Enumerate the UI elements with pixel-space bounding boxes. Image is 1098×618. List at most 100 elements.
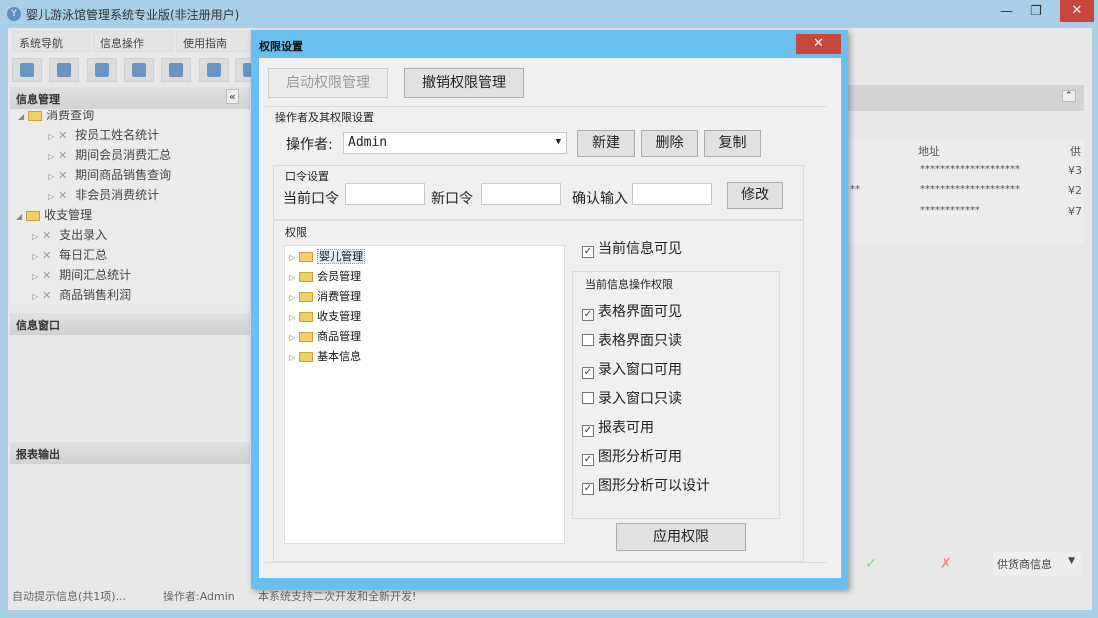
tools-icon: ✕ <box>58 189 68 202</box>
perm-tree-item[interactable]: ▷ 会员管理 <box>289 268 361 284</box>
ops-checkbox[interactable]: ✓ 图形分析可用 <box>582 446 682 466</box>
toolbar-search-button[interactable] <box>12 58 42 82</box>
ops-section-label: 当前信息操作权限 <box>585 278 673 291</box>
grid-cell: ******************** <box>920 164 1020 175</box>
report-panel-header: 报表输出 <box>10 442 250 464</box>
tools-icon: ✕ <box>42 229 52 242</box>
list-icon <box>57 63 71 77</box>
grid-cell: ************ <box>920 205 980 216</box>
checkbox-checked-icon: ✓ <box>582 454 594 466</box>
operator-label: 操作者: <box>286 137 333 153</box>
checkbox-checked-icon: ✓ <box>582 309 594 321</box>
operator-select[interactable]: Admin ▼ <box>343 132 567 154</box>
perm-tree-item[interactable]: ▷ 婴儿管理 <box>289 248 366 264</box>
toolbar-monitor-button[interactable] <box>161 58 191 82</box>
tab-system-nav[interactable]: 系统导航 <box>12 31 90 52</box>
info-tree: ◢ 消费查询 ▷ ✕ 按员工姓名统计 ▷ ✕ 期间会员消费汇总 ▷ ✕ 期间商品销售查询 ▷ ✕… <box>10 110 250 305</box>
perm-tree-item[interactable]: ▷ 收支管理 <box>289 308 361 324</box>
app-logo-icon: Y <box>7 7 21 21</box>
toolbar-document-button[interactable] <box>87 58 117 82</box>
tree-item[interactable]: ▷ ✕ 期间商品销售查询 <box>48 166 171 183</box>
ops-checkbox[interactable]: 录入窗口只读 <box>582 388 682 408</box>
visible-checkbox[interactable]: ✓ 当前信息可见 <box>582 238 682 258</box>
tools-icon: ✕ <box>42 269 52 282</box>
dialog-title: 权限设置 <box>259 40 303 53</box>
folder-icon <box>299 292 314 302</box>
ops-checkbox[interactable]: ✓ 报表可用 <box>582 417 654 437</box>
folder-icon <box>299 252 314 262</box>
apply-permission-button[interactable]: 应用权限 <box>616 523 746 551</box>
modify-button[interactable]: 修改 <box>727 182 783 209</box>
confirm-password-input[interactable] <box>632 183 712 205</box>
grid-cell: ** <box>850 184 860 195</box>
tree-item[interactable]: ▷ ✕ 商品销售利润 <box>32 286 131 303</box>
column-header[interactable]: 供 <box>1070 143 1081 159</box>
tree-item[interactable]: ▷ ✕ 支出录入 <box>32 226 107 243</box>
current-password-input[interactable] <box>345 183 425 205</box>
checkbox-empty-icon <box>582 334 594 346</box>
copy-button[interactable]: 复制 <box>704 130 761 157</box>
tab-info-ops[interactable]: 信息操作 <box>93 31 173 52</box>
confirm-button[interactable]: ✓ <box>865 556 877 572</box>
ops-checkbox[interactable]: ✓ 图形分析可以设计 <box>582 475 710 495</box>
ops-checkbox[interactable]: ✓ 录入窗口可用 <box>582 359 682 379</box>
folder-icon <box>299 332 314 342</box>
toolbar-user-button[interactable] <box>124 58 154 82</box>
column-header[interactable]: 地址 <box>918 143 940 159</box>
folder-icon <box>299 312 314 322</box>
dialog-close-button[interactable]: ✕ <box>796 34 841 54</box>
tree-item[interactable]: ▷ ✕ 按员工姓名统计 <box>48 126 159 143</box>
tools-icon: ✕ <box>42 289 52 302</box>
folder-icon <box>299 352 314 362</box>
tree-group[interactable]: ◢ 收支管理 <box>16 206 92 223</box>
revoke-permission-button[interactable]: 撤销权限管理 <box>404 68 524 98</box>
collapse-up-icon[interactable]: ⌃ <box>1062 90 1076 102</box>
chevron-down-icon: ▼ <box>555 137 561 147</box>
app-title: 婴儿游泳馆管理系统专业版(非注册用户) <box>26 8 240 22</box>
dialog-body: 启动权限管理 撤销权限管理 操作者及其权限设置 操作者: Admin ▼ 新建 删… <box>259 58 841 578</box>
folder-icon <box>299 272 314 282</box>
grid-cell: ¥2 <box>1068 184 1082 197</box>
tab-guide[interactable]: 使用指南 <box>176 31 252 52</box>
tree-item[interactable]: ▷ ✕ 非会员消费统计 <box>48 186 159 203</box>
status-note: 本系统支持二次开发和全新开发! <box>258 590 417 603</box>
toolbar-list-button[interactable] <box>49 58 79 82</box>
operator-section-label: 操作者及其权限设置 <box>275 111 374 124</box>
tools-icon: ✕ <box>42 249 52 262</box>
collapse-icon[interactable]: « <box>226 89 239 104</box>
document-icon <box>95 63 109 77</box>
perm-tree-item[interactable]: ▷ 商品管理 <box>289 328 361 344</box>
toolbar-add-button[interactable] <box>199 58 229 82</box>
checkbox-checked-icon: ✓ <box>582 246 594 258</box>
ops-checkbox[interactable]: 表格界面只读 <box>582 330 682 350</box>
confirm-password-label: 确认输入 <box>572 191 628 207</box>
ops-checkbox[interactable]: ✓ 表格界面可见 <box>582 301 682 321</box>
new-password-input[interactable] <box>481 183 561 205</box>
current-password-label: 当前口令 <box>283 191 339 207</box>
tree-item[interactable]: ▷ ✕ 每日汇总 <box>32 246 107 263</box>
supplier-select[interactable]: 供货商信息 ▼ <box>993 552 1081 576</box>
search-icon <box>20 63 34 77</box>
data-grid: 地址 供 ******************** ¥3 ** ********… <box>848 139 1084 243</box>
minimize-button[interactable]: — <box>1000 4 1013 19</box>
info-panel-title: 信息管理 <box>16 93 60 106</box>
app-title-bar: Y 婴儿游泳馆管理系统专业版(非注册用户) — ❐ ✕ <box>0 0 1098 28</box>
tree-group[interactable]: ◢ 消费查询 <box>18 110 94 123</box>
tree-item[interactable]: ▷ ✕ 期间会员消费汇总 <box>48 146 171 163</box>
restore-button[interactable]: ❐ <box>1030 4 1042 19</box>
tree-item[interactable]: ▷ ✕ 期间汇总统计 <box>32 266 131 283</box>
delete-button[interactable]: 删除 <box>641 130 698 157</box>
folder-icon <box>28 110 43 121</box>
tools-icon: ✕ <box>58 129 68 142</box>
checkbox-checked-icon: ✓ <box>582 483 594 495</box>
tools-icon: ✕ <box>58 169 68 182</box>
cancel-button[interactable]: ✗ <box>940 556 952 572</box>
perm-tree-item[interactable]: ▷ 消费管理 <box>289 288 361 304</box>
grid-panel-header: ⌃ <box>848 85 1084 111</box>
close-app-button[interactable]: ✕ <box>1060 0 1094 22</box>
permission-tree: ▷ 婴儿管理 ▷ 会员管理 ▷ 消费管理 ▷ 收支管理 ▷ 商品管理 ▷ 基本信息 <box>284 245 565 544</box>
new-button[interactable]: 新建 <box>577 130 635 157</box>
enable-permission-button[interactable]: 启动权限管理 <box>268 68 388 98</box>
password-section-label: 口令设置 <box>285 170 329 183</box>
perm-tree-item[interactable]: ▷ 基本信息 <box>289 348 361 364</box>
